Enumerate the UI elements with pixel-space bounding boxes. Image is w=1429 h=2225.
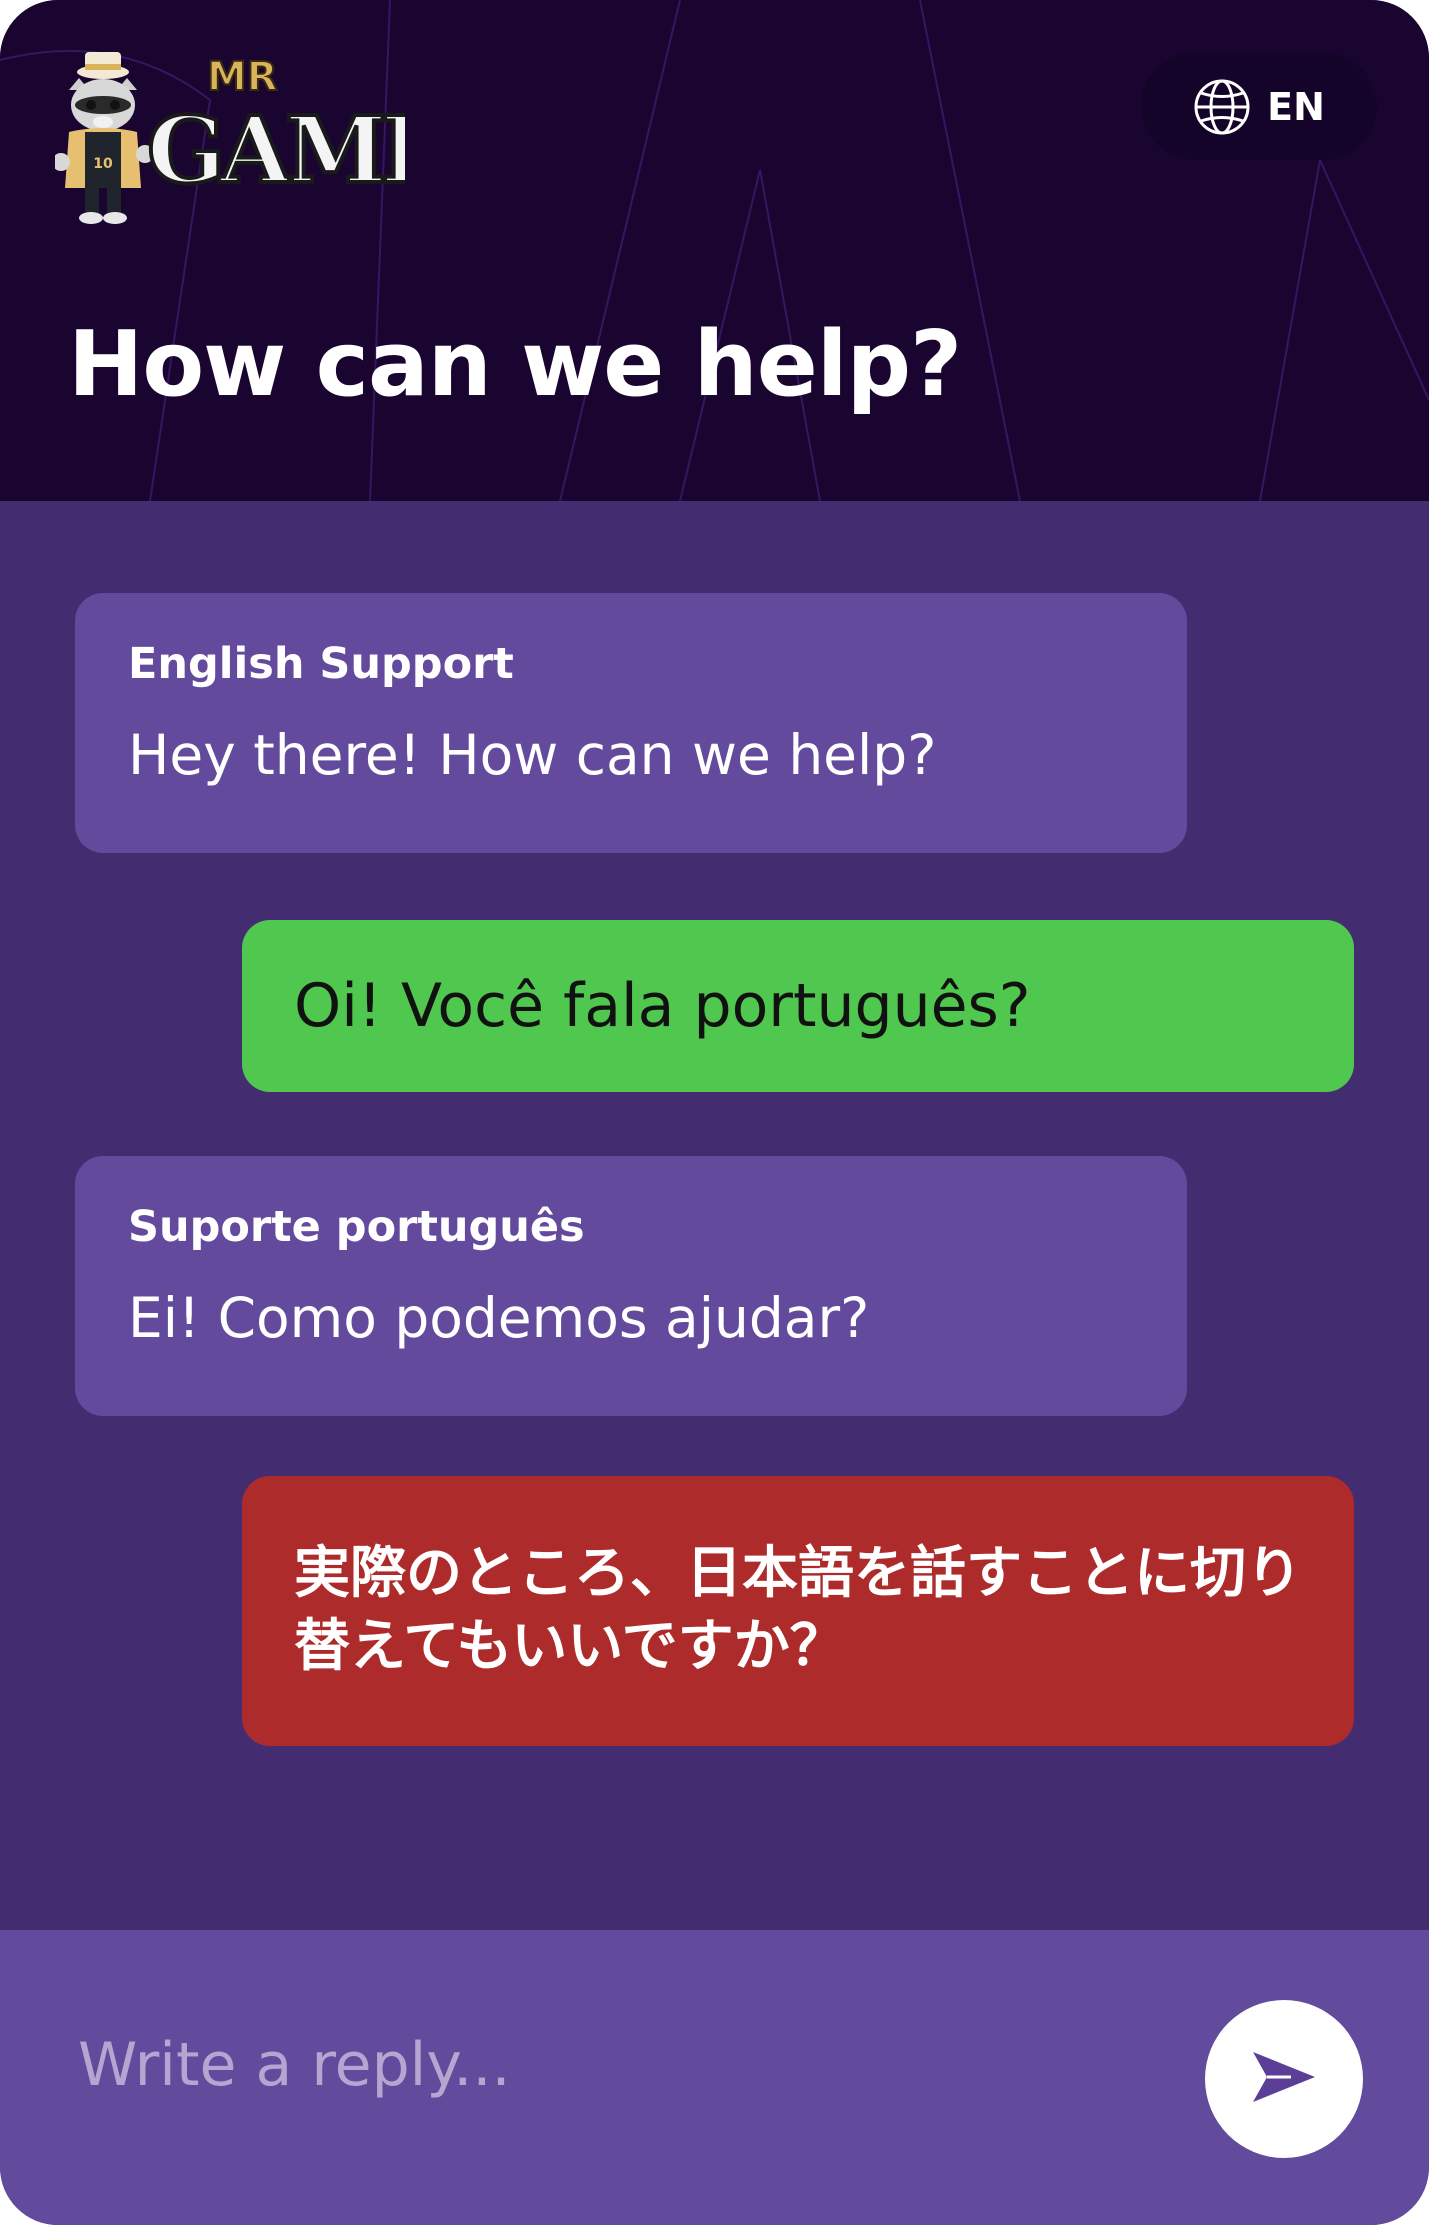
send-icon	[1251, 2049, 1317, 2109]
message-text: Hey there! How can we help?	[128, 723, 937, 787]
brand-logo: 10 MR GAMB	[55, 52, 405, 224]
reply-input[interactable]	[78, 2010, 1078, 2120]
message-text: Oi! Você fala português?	[294, 971, 1031, 1041]
message-text: Ei! Como podemos ajudar?	[128, 1286, 870, 1350]
message-text: 実際のところ、日本語を話すことに切り替えてもいいですか？	[294, 1541, 1302, 1679]
header: 10 MR GAMB	[0, 0, 1429, 501]
send-button[interactable]	[1205, 2000, 1363, 2158]
svg-text:MR: MR	[207, 54, 278, 100]
agent-message: Suporte português Ei! Como podemos ajuda…	[75, 1156, 1187, 1416]
user-message: 実際のところ、日本語を話すことに切り替えてもいいですか？	[242, 1476, 1354, 1746]
language-code: EN	[1267, 84, 1325, 129]
message-sender: Suporte português	[128, 1202, 585, 1252]
globe-icon	[1193, 78, 1251, 136]
svg-text:10: 10	[93, 156, 113, 172]
svg-text:GAMB: GAMB	[147, 96, 405, 204]
message-sender: English Support	[128, 639, 514, 689]
agent-message: English Support Hey there! How can we he…	[75, 593, 1187, 853]
chat-widget: 10 MR GAMB	[0, 0, 1429, 2225]
reply-composer	[0, 1930, 1429, 2225]
chat-thread[interactable]: English Support Hey there! How can we he…	[0, 501, 1429, 1930]
page-title: How can we help?	[68, 312, 962, 417]
user-message: Oi! Você fala português?	[242, 920, 1354, 1092]
language-selector-button[interactable]: EN	[1141, 53, 1377, 160]
